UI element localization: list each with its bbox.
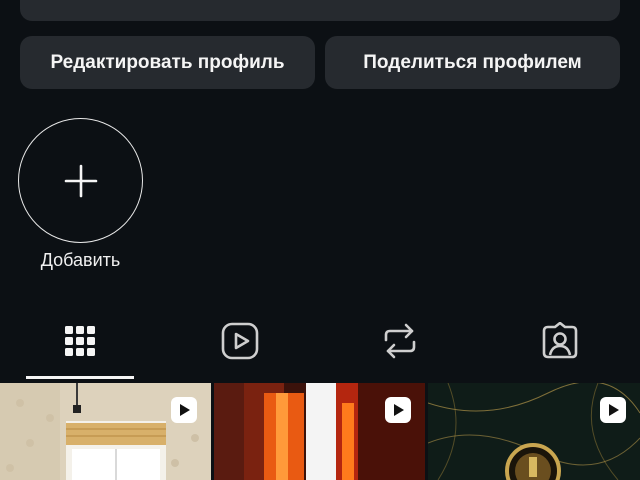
- reel-badge: [171, 397, 197, 423]
- reels-icon: [221, 322, 259, 360]
- reel-badge: [385, 397, 411, 423]
- edit-profile-button[interactable]: Редактировать профиль: [20, 36, 315, 89]
- tab-grid[interactable]: [26, 305, 134, 377]
- add-highlight-label: Добавить: [40, 250, 121, 270]
- add-highlight-button[interactable]: [18, 118, 143, 243]
- tagged-icon: [542, 322, 578, 359]
- play-icon: [180, 404, 190, 416]
- profile-tabs: [0, 305, 640, 380]
- tab-reposts[interactable]: [346, 305, 454, 377]
- post-thumbnail[interactable]: [428, 383, 640, 480]
- reposts-icon: [384, 323, 416, 359]
- reel-badge: [600, 397, 626, 423]
- tab-tagged[interactable]: [506, 305, 614, 377]
- post-thumbnail[interactable]: [0, 383, 211, 480]
- play-icon: [609, 404, 619, 416]
- share-profile-button[interactable]: Поделиться профилем: [325, 36, 620, 89]
- selected-tab-indicator: [26, 376, 134, 379]
- grid-icon: [65, 326, 95, 356]
- play-icon: [394, 404, 404, 416]
- tab-reels[interactable]: [186, 305, 294, 377]
- profile-top-bar[interactable]: [20, 0, 620, 21]
- post-thumbnail[interactable]: [214, 383, 425, 480]
- plus-icon: [64, 164, 97, 197]
